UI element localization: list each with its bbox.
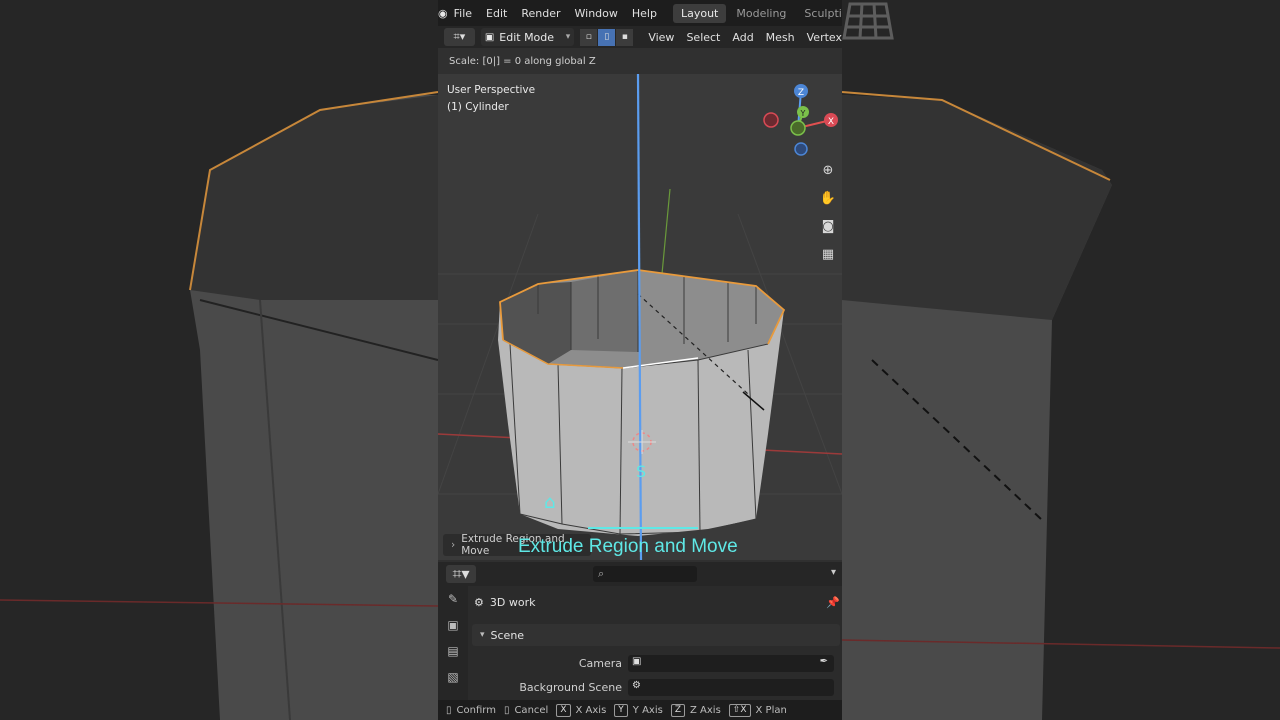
menu-file[interactable]: File (448, 7, 480, 20)
viewport-navigation: ⊕ ✋ ◙ ▦ (818, 160, 838, 264)
scene-panel-header[interactable]: ▾ Scene (472, 624, 840, 646)
menu-add[interactable]: Add (732, 31, 753, 44)
menu-edit[interactable]: Edit (480, 7, 515, 20)
background-scene-row: Background Scene ⚙ (472, 678, 840, 698)
operator-status: Scale: [0|] = 0 along global Z (438, 48, 842, 74)
camera-row: Camera ▣ ✒ (472, 654, 840, 674)
zoom-icon[interactable]: ⊕ (818, 160, 838, 180)
scale-key-hint: S (636, 462, 647, 481)
mode-selector[interactable]: ▣ Edit Mode ▾ (480, 28, 575, 46)
menu-help[interactable]: Help (626, 7, 665, 20)
camera-field[interactable]: ▣ ✒ (628, 655, 834, 672)
object-label: (1) Cylinder (447, 101, 509, 113)
editor-type-button[interactable]: ⌗▾ (446, 564, 476, 583)
render-icon[interactable]: ▣ (438, 612, 468, 638)
menu-select[interactable]: Select (686, 31, 720, 44)
output-icon[interactable]: ▤ (438, 638, 468, 664)
face-select-icon[interactable]: ▪ (616, 28, 634, 46)
status-bar: ▯ Confirm ▯ Cancel XX Axis YY Axis ZZ Axis… (438, 700, 842, 720)
workspace-tab-layout[interactable]: Layout (672, 3, 727, 23)
eyedropper-icon[interactable]: ✒ (820, 656, 828, 667)
tool-icon[interactable]: ✎ (438, 586, 468, 612)
chevron-right-icon: › (451, 539, 456, 551)
menu-render[interactable]: Render (515, 7, 568, 20)
workspace-tab-sculpting[interactable]: Sculptin (796, 4, 842, 23)
video-caption: Extrude Region and Move (518, 536, 738, 557)
camera-label: Camera (578, 657, 622, 670)
vertex-select-icon[interactable]: ▫ (580, 28, 598, 46)
search-input[interactable]: ⌕ (593, 566, 697, 582)
workspace-tab-modeling[interactable]: Modeling (728, 4, 794, 23)
properties-header: ⌗▾ ⌕ ▾ (438, 562, 842, 586)
chevron-down-icon[interactable]: ▾ (831, 567, 836, 578)
3d-viewport[interactable]: Z X Y User Perspective (1) Cylinder ⊕ ✋ … (438, 74, 842, 560)
blender-window: ◉ File Edit Render Window Help Layout Mo… (438, 0, 842, 720)
mouse-left-icon: ▯ (446, 704, 452, 716)
perspective-label: User Perspective (447, 84, 536, 96)
background-scene-label: Background Scene (519, 681, 622, 694)
background-blur-left (0, 0, 438, 720)
status-z-axis: ZZ Axis (670, 703, 721, 717)
svg-text:X: X (828, 117, 834, 127)
status-cancel: ▯ Cancel (503, 704, 549, 716)
background-blur-right (842, 0, 1280, 720)
hand-pan-icon[interactable]: ✋ (818, 188, 838, 208)
properties-editor: ⌗▾ ⌕ ▾ ✎ ▣ ▤ ▧ ⚙ 3D work 📌 ▾ Scene Camera (438, 562, 842, 700)
blender-logo-icon[interactable]: ◉ (438, 7, 448, 20)
mouse-right-icon: ▯ (503, 704, 510, 716)
svg-text:Y: Y (800, 109, 806, 118)
grid-icon (842, 2, 894, 40)
properties-content: ⚙ 3D work 📌 ▾ Scene Camera ▣ ✒ Background… (470, 586, 842, 700)
mouse-icon: ⌂ (544, 492, 556, 513)
edge-select-icon[interactable]: ▯ (598, 28, 616, 46)
chevron-down-icon: ▾ (480, 630, 485, 640)
scene-panel-title: Scene (490, 628, 525, 642)
select-mode-group: ▫ ▯ ▪ (580, 28, 634, 46)
chevron-down-icon: ▾ (565, 32, 571, 42)
status-y-axis: YY Axis (614, 703, 663, 717)
menu-mesh[interactable]: Mesh (766, 31, 795, 44)
svg-text:Z: Z (798, 88, 804, 98)
status-confirm: ▯ Confirm (446, 704, 496, 716)
pin-icon[interactable]: 📌 (826, 596, 840, 609)
mode-label: Edit Mode (499, 30, 555, 44)
scene-icon: ⚙ (474, 596, 484, 609)
menu-window[interactable]: Window (569, 7, 626, 20)
view-layer-icon[interactable]: ▧ (438, 664, 468, 690)
view-info: User Perspective (1) Cylinder (447, 82, 535, 116)
menu-view[interactable]: View (648, 31, 674, 44)
search-icon: ⌕ (598, 567, 605, 580)
mode-icon: ▣ (484, 31, 495, 43)
scene-name: ⚙ 3D work (474, 596, 536, 609)
top-menu-bar: ◉ File Edit Render Window Help Layout Mo… (438, 0, 842, 26)
viewport-scene: Z X Y (438, 74, 842, 560)
grid-view-icon[interactable]: ▦ (818, 244, 838, 264)
scene-icon: ⚙ (632, 680, 641, 691)
background-scene-field[interactable]: ⚙ (628, 679, 834, 696)
status-x-plane: ⇧X X Plan (728, 703, 787, 717)
status-x-axis: XX Axis (556, 703, 606, 717)
viewport-header: ⌗▾ ▣ Edit Mode ▾ ▫ ▯ ▪ View Select Add M… (438, 26, 842, 48)
editor-type-button[interactable]: ⌗▾ (444, 28, 475, 46)
properties-tabs: ✎ ▣ ▤ ▧ (438, 586, 468, 700)
menu-vertex[interactable]: Vertex (807, 31, 842, 44)
camera-object-icon: ▣ (632, 656, 642, 667)
camera-icon[interactable]: ◙ (818, 216, 838, 236)
